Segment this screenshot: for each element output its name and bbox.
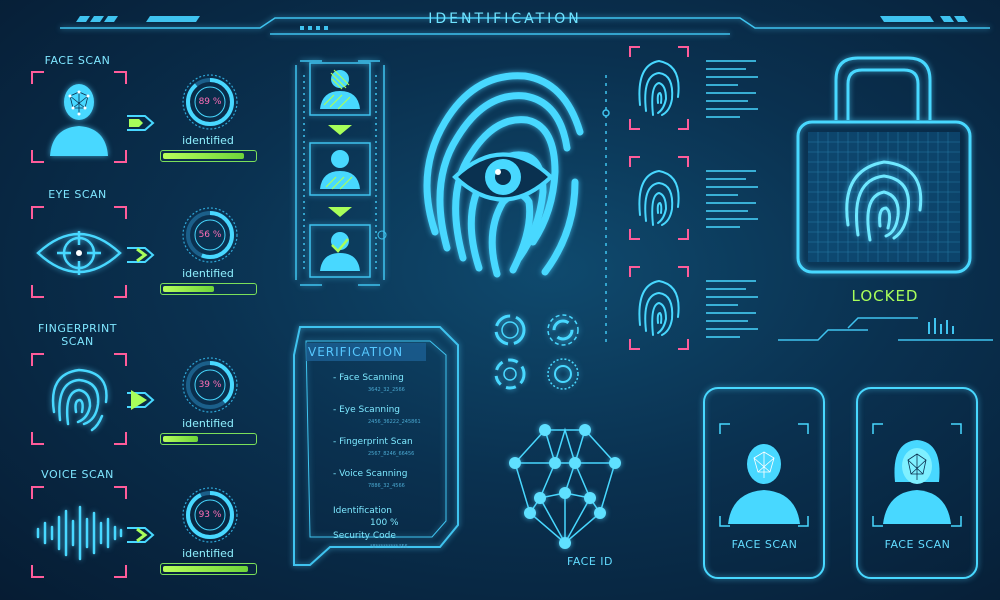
verification-item-code: 3642_32_2566 <box>368 387 405 393</box>
fingerprint-card[interactable] <box>629 46 758 130</box>
verification-item-code: 2567_8246_66456 <box>368 451 415 457</box>
phone-1-label: FACE SCAN <box>731 538 798 551</box>
scan-progress-bar <box>160 150 257 162</box>
scan-progress-fill <box>163 436 199 442</box>
scan-percent: 39 % <box>198 380 222 390</box>
fingerprint-scan-label-line2: SCAN <box>61 335 94 348</box>
scan-status: identified <box>182 267 234 280</box>
scan-progress-bar <box>160 283 257 295</box>
scan-percent: 56 % <box>198 230 222 240</box>
face-scan-label: FACE SCAN <box>44 54 111 67</box>
security-code-label: Security Code <box>333 531 396 541</box>
eye-fingerprint-graphic <box>423 72 584 278</box>
scan-percent: 93 % <box>198 510 222 520</box>
face-arrow-icon <box>127 115 155 131</box>
phone-face-scan-female[interactable] <box>855 386 980 581</box>
fingerprint-scan-label-line1: FINGERPRINT <box>38 322 117 335</box>
verification-item-label: - Eye Scanning <box>333 405 401 415</box>
phone-2-label: FACE SCAN <box>884 538 951 551</box>
scan-progress-bar <box>160 433 257 445</box>
security-code-value: *8*********456 <box>370 544 408 550</box>
avatar-icons <box>320 70 360 271</box>
verification-item-code: 7886_32_4566 <box>368 483 405 489</box>
verification-title: VERIFICATION <box>308 345 404 359</box>
fingerprint-list <box>602 46 758 350</box>
face-id-network-icon <box>509 424 621 549</box>
avatar-panel <box>295 60 387 286</box>
header-bar: IDENTIFICATION <box>0 0 1000 40</box>
female-face-icon <box>883 440 951 524</box>
scan-status: identified <box>182 547 234 560</box>
scan-progress-bar <box>160 563 257 575</box>
eye-scan-label: EYE SCAN <box>48 188 107 201</box>
face-id-label: FACE ID <box>567 555 613 568</box>
fingerprint-card[interactable] <box>629 156 758 240</box>
verification-item-label: - Face Scanning <box>333 373 404 383</box>
voice-wave-icon <box>36 505 123 561</box>
mini-dials <box>494 314 579 390</box>
voice-arrow-icon <box>127 527 155 543</box>
verification-item-label: - Voice Scanning <box>333 469 408 479</box>
scan-status: identified <box>182 417 234 430</box>
verification-item-code: 2456_36222_245861 <box>368 419 421 425</box>
eye-arrow-icon <box>127 247 155 263</box>
voice-scan-label: VOICE SCAN <box>41 468 114 481</box>
eye-scan-frame[interactable] <box>30 205 130 300</box>
padlock-icon <box>778 56 993 341</box>
face-scan-frame[interactable] <box>30 70 130 165</box>
page-title: IDENTIFICATION <box>428 11 582 27</box>
fingerprint-card[interactable] <box>629 266 758 350</box>
fingerprint-scan-frame[interactable] <box>30 352 130 447</box>
identification-value: 100 % <box>370 518 399 528</box>
phone-face-scan-male[interactable] <box>702 386 827 581</box>
scan-status: identified <box>182 134 234 147</box>
voice-scan-frame[interactable] <box>30 485 130 580</box>
scan-progress-fill <box>163 153 244 159</box>
identification-label: Identification <box>333 506 393 516</box>
scan-progress-fill <box>163 566 248 572</box>
fingerprint-arrow-icon <box>127 390 155 410</box>
fingerprint-icon <box>51 368 108 432</box>
scan-percent: 89 % <box>198 97 222 107</box>
scan-progress-fill <box>163 286 214 292</box>
verification-item-label: - Fingerprint Scan <box>333 437 413 447</box>
lock-status-label: LOCKED <box>851 287 919 305</box>
